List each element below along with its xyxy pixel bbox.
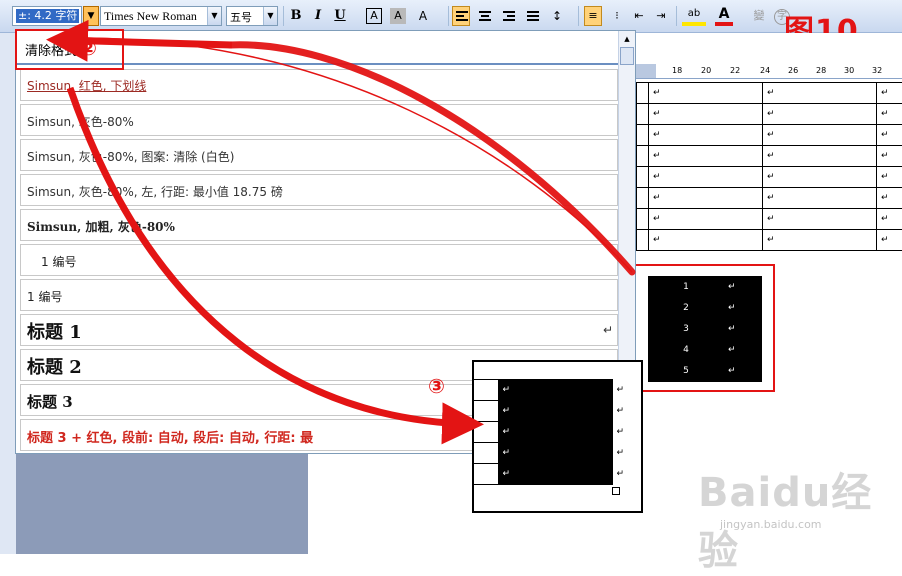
arrow-to-result [70,88,470,424]
baidu-watermark: Baidu经验 jingyan.baidu.com [698,460,902,576]
arrow-thick-top [230,45,632,272]
watermark-url: jingyan.baidu.com [720,518,822,531]
arrow-head-to-clear-format [60,40,232,45]
